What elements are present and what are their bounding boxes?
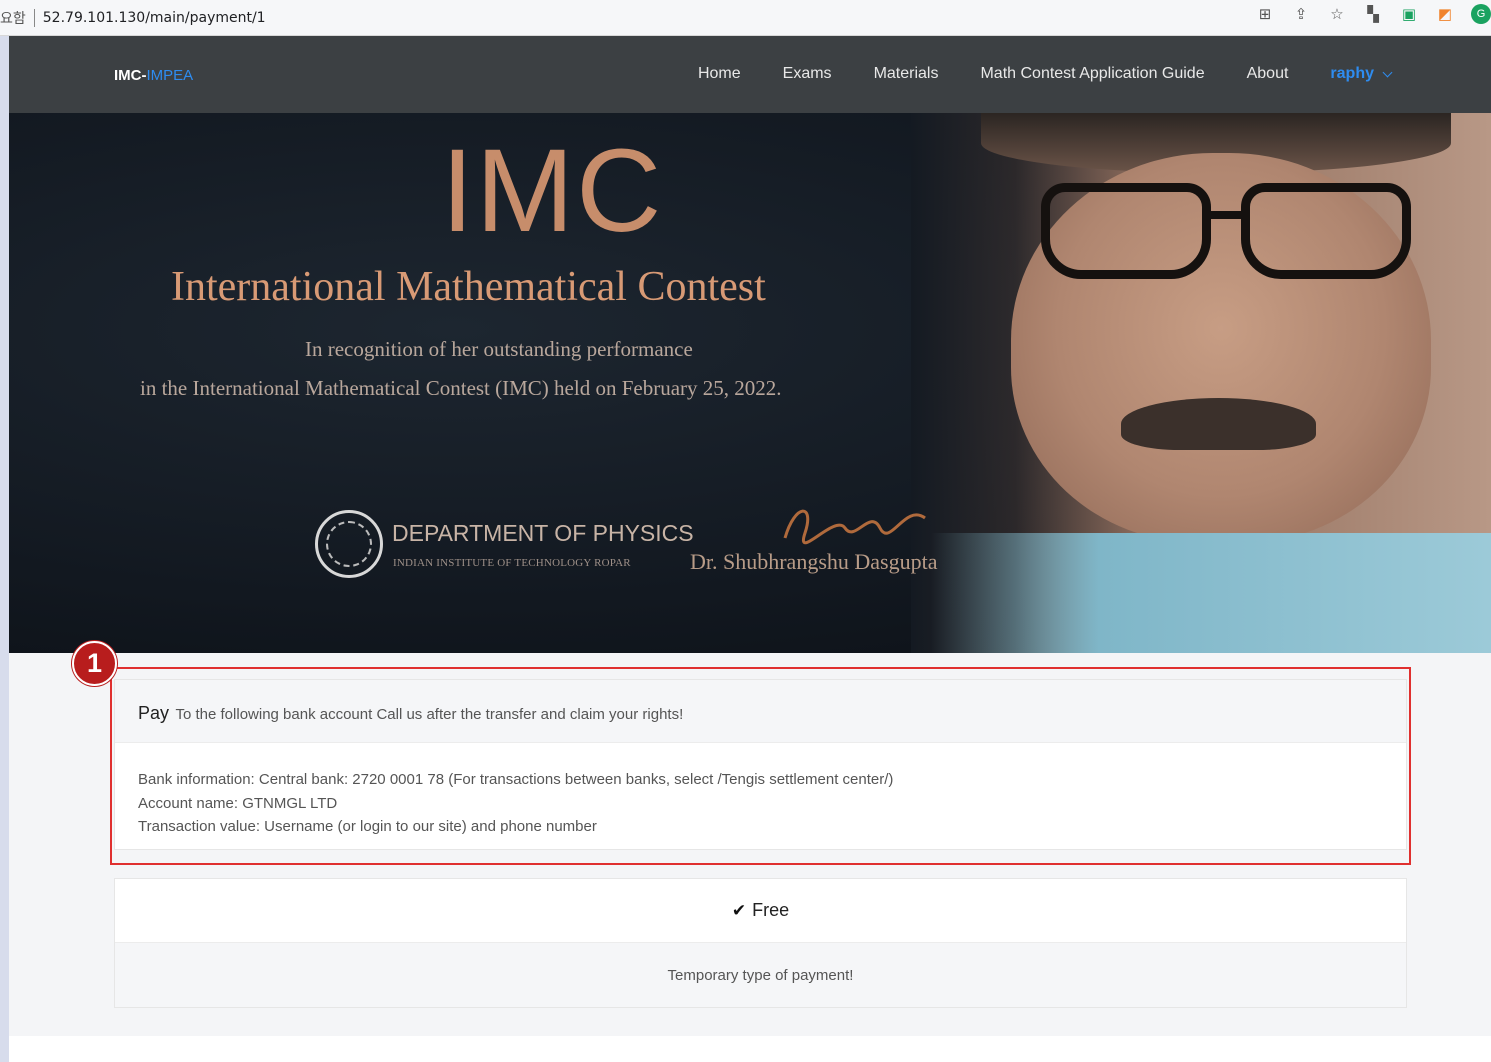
nav-exams[interactable]: Exams [783,65,832,83]
brand-logo[interactable]: IMC-IMPEA [114,67,193,84]
left-window-edge [0,36,9,1062]
user-name: raphy [1330,65,1374,82]
annotation-step-badge: 1 [72,641,117,686]
doctor-name: Dr. Shubhrangshu Dasgupta [690,549,938,574]
payment-card-header: Pay To the following bank account Call u… [115,680,1406,743]
institute-name: INDIAN INSTITUTE OF TECHNOLOGY ROPAR [393,557,631,569]
institute-seal-icon [315,510,383,578]
browser-bar: 요함 52.79.101.130/main/payment/1 ⊞ ⇪ ☆ ▚ … [0,0,1491,36]
browser-toolbar-icons: ⊞ ⇪ ☆ ▚ ▣ ◩ G [1255,4,1491,24]
url-separator [33,8,35,27]
check-icon: ✔ [731,900,747,920]
brand-main: IMC- [114,67,147,84]
payment-card-body: Bank information: Central bank: 2720 000… [115,743,1406,839]
footer [9,1036,1491,1062]
user-menu[interactable]: raphy [1330,65,1393,83]
payment-instructions-card: Pay To the following bank account Call u… [114,679,1407,850]
pay-instruction: To the following bank account Call us af… [175,706,684,723]
screen-icon[interactable]: ▣ [1399,4,1419,24]
pay-heading: Pay [138,703,170,723]
url-prefix: 요함 [0,10,26,27]
share-icon[interactable]: ⇪ [1291,4,1311,24]
hero-subtitle: International Mathematical Contest [171,264,766,310]
nav-materials[interactable]: Materials [874,65,939,83]
signature [783,509,926,545]
navbar: IMC-IMPEA Home Exams Materials Math Cont… [9,36,1491,113]
nav-about[interactable]: About [1247,65,1289,83]
chevron-down-icon [1382,67,1393,77]
portrait-photo [911,113,1491,653]
plan-description: Temporary type of payment! [667,966,854,984]
plan-label: Free [752,900,790,920]
hero-title: IMC [441,125,664,257]
hero-banner: IMC International Mathematical Contest I… [9,113,1491,653]
hero-contest-line: in the International Mathematical Contes… [140,376,782,400]
address-bar-url[interactable]: 52.79.101.130/main/payment/1 [43,10,266,26]
account-name: Account name: GTNMGL LTD [138,794,338,812]
nav-links: Home Exams Materials Math Contest Applic… [698,65,1393,83]
hero-recognition-line: In recognition of her outstanding perfor… [305,337,693,361]
page: IMC-IMPEA Home Exams Materials Math Cont… [9,36,1491,1062]
transaction-value: Transaction value: Username (or login to… [138,818,597,835]
grammarly-icon[interactable]: G [1471,4,1491,24]
brand-accent: IMPEA [146,67,194,84]
free-plan-card[interactable]: ✔ Free Temporary type of payment! [114,878,1407,1008]
department-name: DEPARTMENT OF PHYSICS [392,520,694,546]
nav-home[interactable]: Home [698,65,741,83]
free-plan-body: Temporary type of payment! [115,943,1406,1007]
free-plan-header: ✔ Free [115,879,1406,943]
translate-icon[interactable]: ⊞ [1255,4,1275,24]
star-icon[interactable]: ☆ [1327,4,1347,24]
nav-application-guide[interactable]: Math Contest Application Guide [980,65,1204,83]
bank-information: Bank information: Central bank: 2720 000… [138,771,894,788]
extension-icon[interactable]: ▚ [1363,4,1383,24]
chart-extension-icon[interactable]: ◩ [1435,4,1455,24]
